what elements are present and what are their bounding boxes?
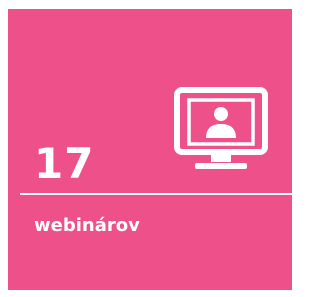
- webinar-stat-tile: 17 webinárov: [8, 9, 292, 290]
- monitor-user-icon: [174, 87, 268, 169]
- webinar-label: webinárov: [34, 215, 140, 236]
- divider: [20, 193, 292, 195]
- webinar-count: 17: [34, 139, 95, 188]
